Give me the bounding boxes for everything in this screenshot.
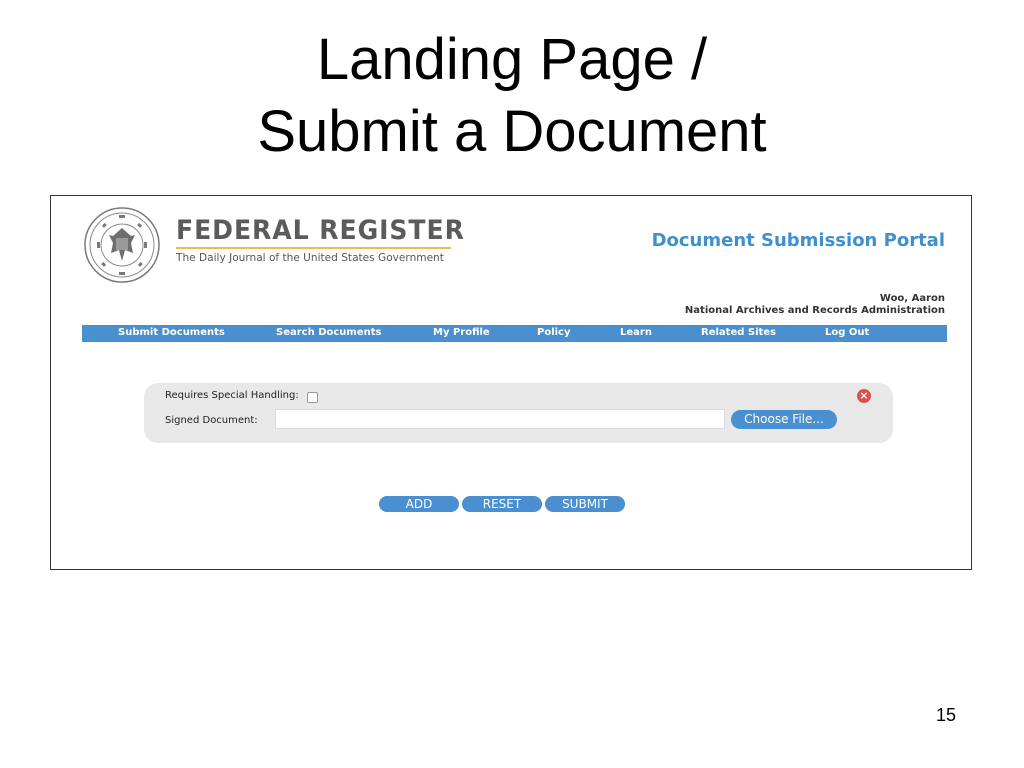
add-button[interactable]: ADD [379, 496, 459, 512]
document-form-panel: Requires Special Handling: × Signed Docu… [144, 383, 893, 443]
brand-logo[interactable]: FEDERAL REGISTER The Daily Journal of th… [176, 215, 465, 264]
nav-related-sites[interactable]: Related Sites [701, 327, 776, 338]
main-navigation: Submit Documents Search Documents My Pro… [82, 325, 947, 342]
slide-title: Landing Page / Submit a Document [0, 24, 1024, 168]
brand-name: FEDERAL REGISTER [176, 215, 465, 246]
signed-document-file-field[interactable] [275, 409, 725, 429]
user-name: Woo, Aaron [879, 293, 945, 304]
special-handling-label: Requires Special Handling: [165, 390, 299, 401]
brand-underline [176, 247, 451, 249]
nav-log-out[interactable]: Log Out [825, 327, 869, 338]
nav-learn[interactable]: Learn [620, 327, 652, 338]
reset-button[interactable]: RESET [462, 496, 542, 512]
special-handling-checkbox[interactable] [307, 392, 318, 403]
nav-search-documents[interactable]: Search Documents [276, 327, 381, 338]
brand-tagline: The Daily Journal of the United States G… [176, 251, 444, 264]
choose-file-button[interactable]: Choose File... [731, 410, 837, 429]
page-number: 15 [936, 705, 957, 725]
slide-title-line-1: Landing Page / [316, 27, 708, 92]
nav-my-profile[interactable]: My Profile [433, 327, 490, 338]
user-info: Woo, Aaron National Archives and Records… [685, 293, 945, 317]
signed-document-label: Signed Document: [165, 415, 258, 426]
submit-button[interactable]: SUBMIT [545, 496, 625, 512]
nara-seal-icon [84, 207, 160, 283]
slide-title-line-2: Submit a Document [257, 99, 767, 164]
portal-title: Document Submission Portal [651, 230, 945, 251]
close-circle-icon[interactable]: × [857, 389, 871, 403]
nav-policy[interactable]: Policy [537, 327, 571, 338]
screenshot-frame: FEDERAL REGISTER The Daily Journal of th… [50, 195, 972, 570]
nav-submit-documents[interactable]: Submit Documents [118, 327, 225, 338]
user-organization: National Archives and Records Administra… [684, 305, 945, 316]
